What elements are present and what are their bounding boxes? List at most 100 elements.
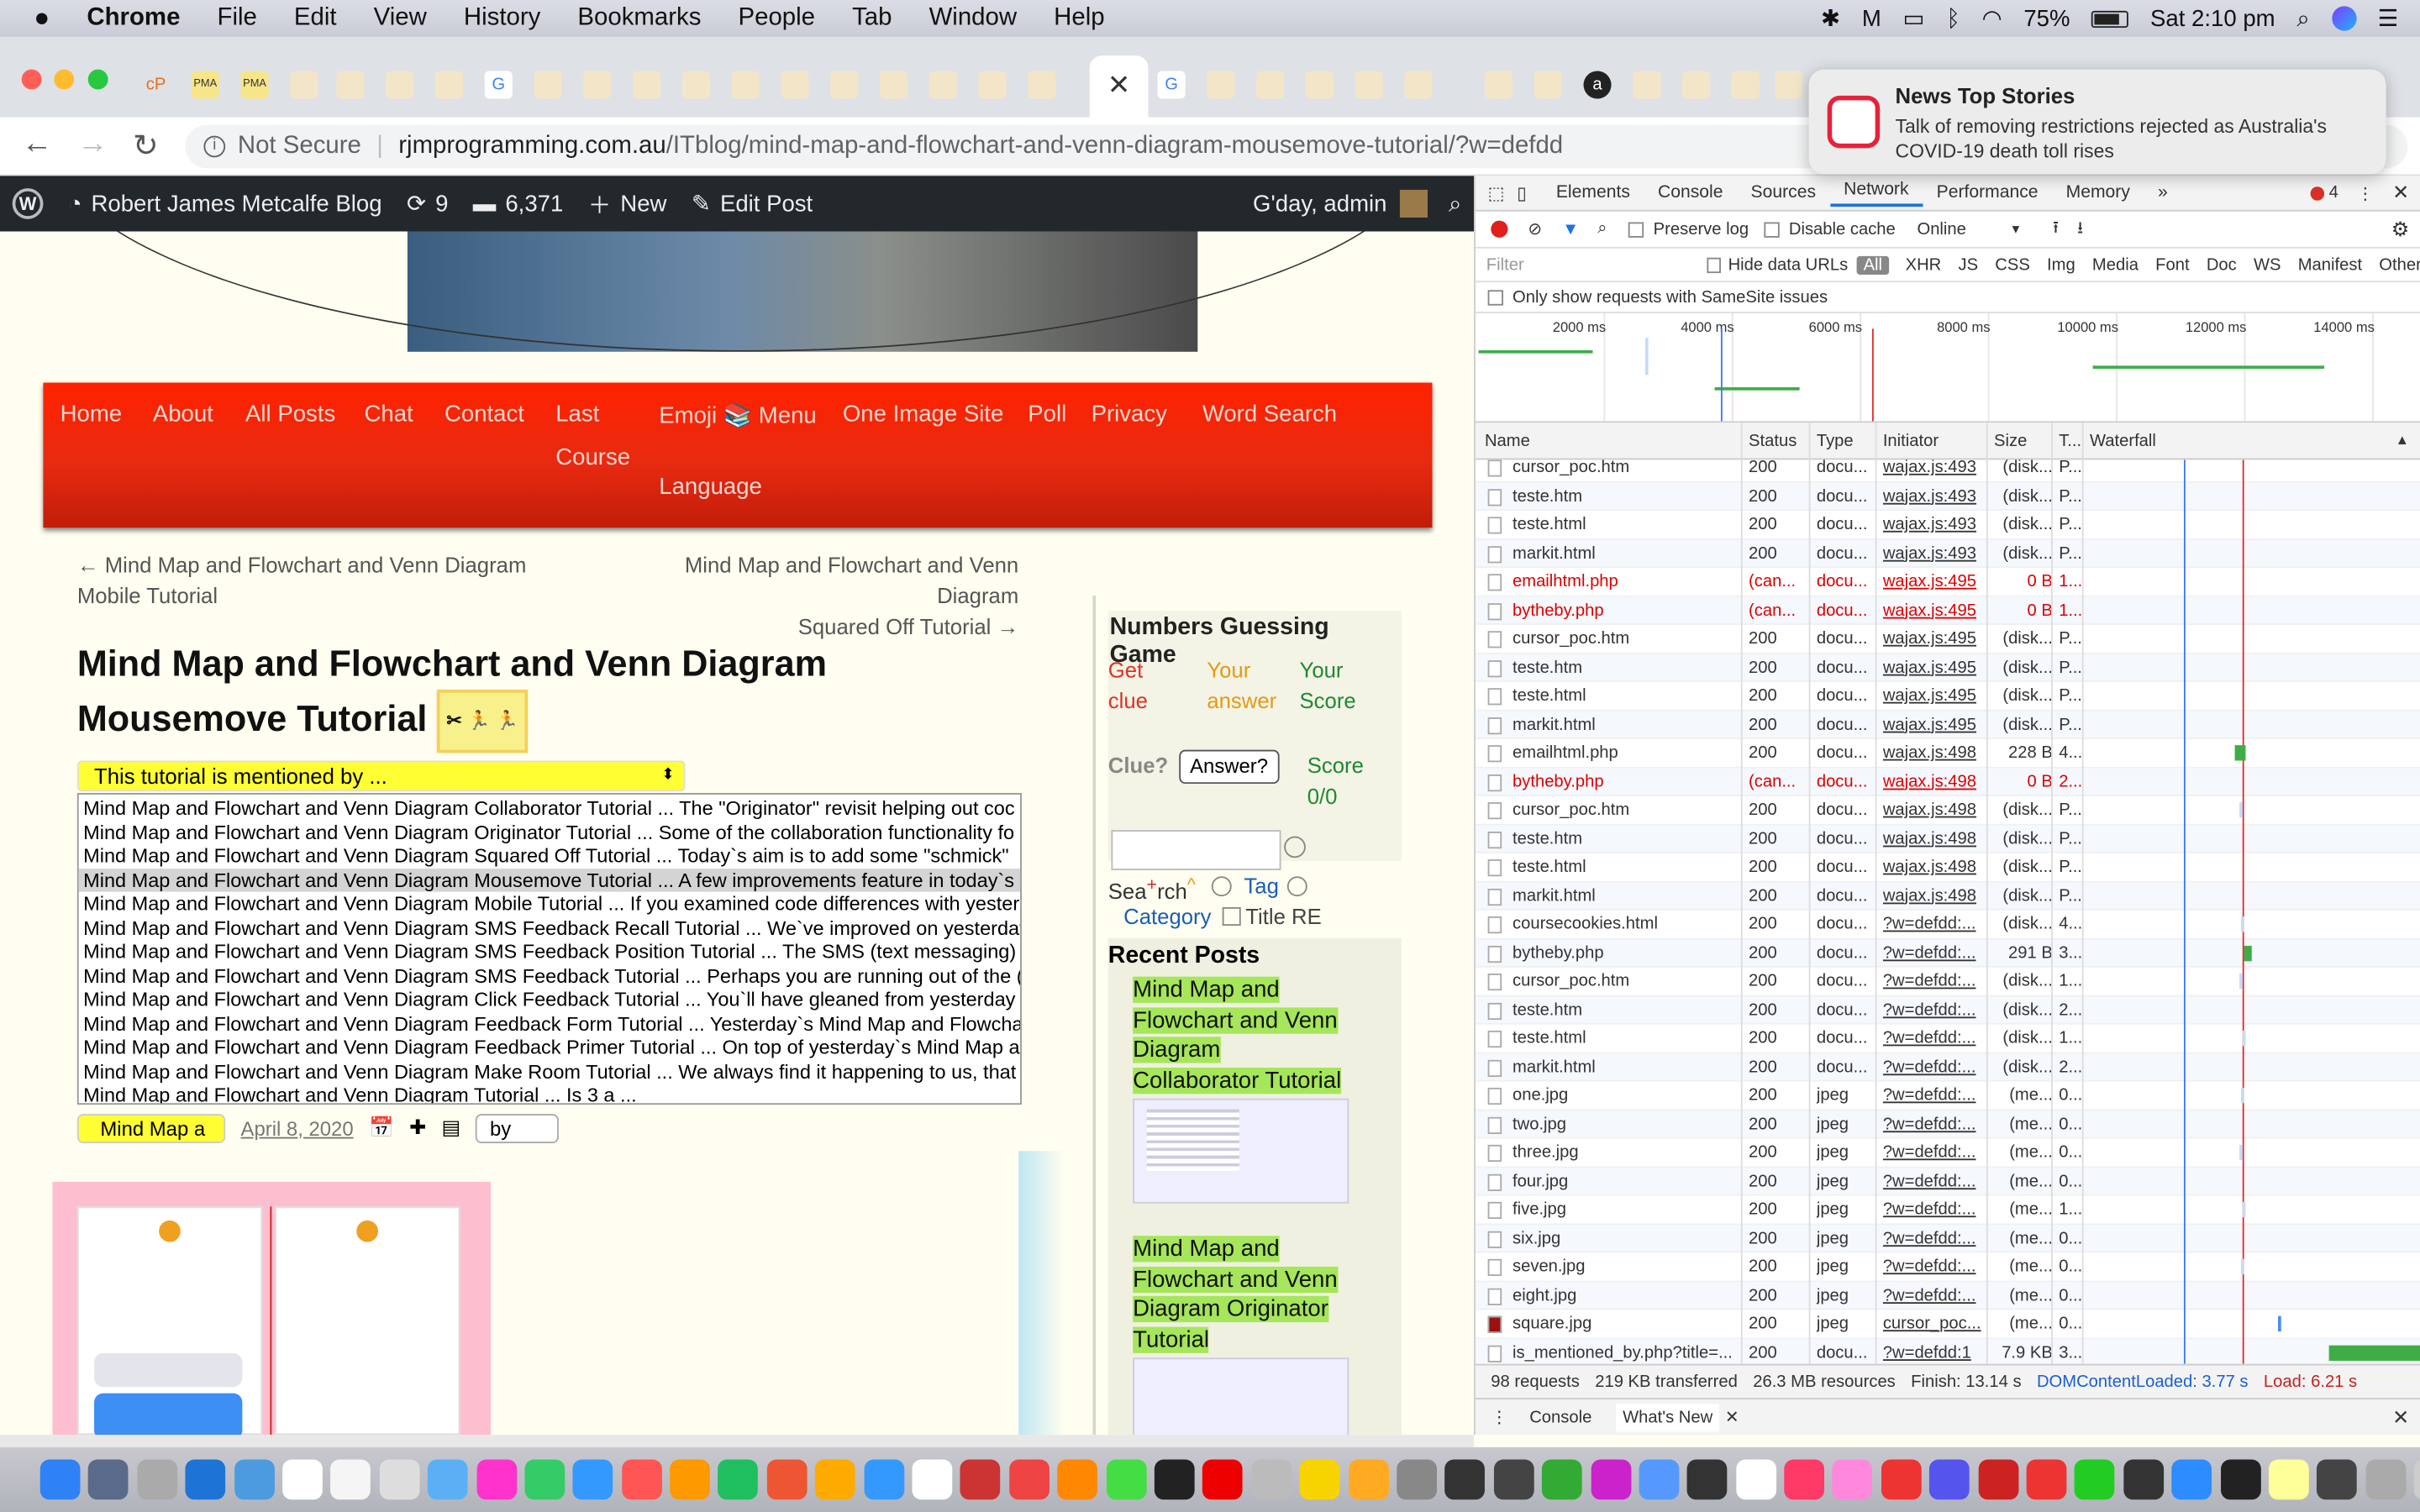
request-initiator[interactable]: ?w=defdd:... bbox=[1883, 1252, 1985, 1281]
dock-app-icon[interactable] bbox=[1978, 1459, 2018, 1500]
mention-option[interactable]: Mind Map and Flowchart and Venn Diagram … bbox=[79, 1059, 1020, 1083]
drawer-menu-icon[interactable]: ⋮ bbox=[1491, 1407, 1507, 1427]
request-row[interactable]: two.jpg 200 jpeg ?w=defdd:... (me... 0... bbox=[1475, 1110, 2420, 1139]
dock-app-icon[interactable] bbox=[1784, 1459, 1825, 1500]
mention-option[interactable]: Mind Map and Flowchart and Venn Diagram … bbox=[79, 844, 1020, 868]
disable-cache-checkbox[interactable] bbox=[1764, 221, 1780, 237]
menu-edit[interactable]: Edit bbox=[294, 5, 337, 33]
mention-option[interactable]: Mind Map and Flowchart and Venn Diagram … bbox=[79, 916, 1020, 939]
minimize-window-button[interactable] bbox=[54, 69, 75, 90]
drawer-close-icon[interactable]: ✕ bbox=[2392, 1404, 2409, 1429]
calendar-icon[interactable]: 📅 bbox=[369, 1116, 394, 1140]
sidebar-search-input[interactable] bbox=[1111, 830, 1281, 870]
answer-select[interactable]: Answer? bbox=[1179, 749, 1279, 785]
request-row[interactable]: emailhtml.php 200 docu... wajax.js:498 228 B… bbox=[1475, 739, 2420, 768]
tab-favicon[interactable] bbox=[434, 71, 464, 99]
dock-app-icon[interactable] bbox=[330, 1459, 371, 1500]
request-row[interactable]: markit.html 200 docu... wajax.js:495 (disk..… bbox=[1475, 710, 2420, 739]
request-initiator[interactable]: wajax.js:495 bbox=[1883, 711, 1985, 739]
dock-app-icon[interactable] bbox=[1881, 1459, 1922, 1500]
nav-privacy[interactable]: Privacy bbox=[1092, 402, 1167, 428]
tab-memory[interactable]: Memory bbox=[2052, 184, 2144, 202]
dock-app-icon[interactable] bbox=[1057, 1459, 1098, 1500]
tab-favicon[interactable] bbox=[336, 71, 365, 99]
col-status[interactable]: Status bbox=[1749, 432, 1797, 450]
request-initiator[interactable]: wajax.js:495 bbox=[1883, 596, 1985, 625]
tab-favicon[interactable]: PMA bbox=[240, 71, 269, 99]
request-initiator[interactable]: ?w=defdd:... bbox=[1883, 1053, 1985, 1082]
wp-updates-count[interactable]: 9 bbox=[435, 191, 448, 217]
request-initiator[interactable]: ?w=defdd:... bbox=[1883, 1281, 1985, 1310]
type-other[interactable]: Other bbox=[2379, 255, 2420, 274]
bluetooth-icon[interactable]: ᛒ bbox=[1946, 5, 1960, 31]
wp-comments-count[interactable]: 6,371 bbox=[505, 191, 563, 217]
type-font[interactable]: Font bbox=[2155, 255, 2189, 274]
col-type[interactable]: Type bbox=[1817, 432, 1854, 450]
type-xhr[interactable]: XHR bbox=[1906, 255, 1942, 274]
dock-app-icon[interactable] bbox=[1008, 1459, 1050, 1500]
card-icon[interactable]: ▤ bbox=[441, 1116, 460, 1140]
request-initiator[interactable]: wajax.js:495 bbox=[1883, 625, 1985, 654]
dock-app-icon[interactable] bbox=[1833, 1459, 1873, 1500]
clear-icon[interactable]: ⊘ bbox=[1528, 219, 1542, 239]
dock-app-icon[interactable] bbox=[1687, 1459, 1728, 1500]
request-initiator[interactable]: wajax.js:498 bbox=[1883, 853, 1985, 882]
tab-favicon[interactable] bbox=[929, 71, 957, 99]
tab-console[interactable]: Console bbox=[1644, 184, 1737, 202]
dock-app-icon[interactable] bbox=[1251, 1459, 1292, 1500]
throttle-select[interactable]: Online bbox=[1917, 220, 2009, 239]
title-re-checkbox[interactable] bbox=[1222, 907, 1241, 927]
post-date[interactable]: April 8, 2020 bbox=[241, 1116, 354, 1140]
search-mode-radio[interactable] bbox=[1211, 876, 1232, 897]
request-row[interactable]: cursor_poc.htm 200 docu... wajax.js:493 (dis… bbox=[1475, 459, 2420, 482]
type-css[interactable]: CSS bbox=[1995, 255, 2030, 274]
request-row[interactable]: cursor_poc.htm 200 docu... wajax.js:495 (dis… bbox=[1475, 625, 2420, 654]
tab-sources[interactable]: Sources bbox=[1737, 184, 1830, 202]
request-initiator[interactable]: wajax.js:498 bbox=[1883, 739, 1985, 768]
menu-tab[interactable]: Tab bbox=[852, 5, 892, 33]
tab-performance[interactable]: Performance bbox=[1923, 184, 2052, 202]
by-select[interactable]: by bbox=[476, 1113, 560, 1143]
prev-post-link[interactable]: ← Mind Map and Flowchart and Venn Diagra… bbox=[77, 549, 527, 611]
dock-app-icon[interactable] bbox=[621, 1459, 662, 1500]
apple-icon[interactable]: ● bbox=[34, 3, 50, 34]
col-name[interactable]: Name bbox=[1485, 432, 1530, 450]
dock-app-icon[interactable] bbox=[670, 1459, 711, 1500]
request-row[interactable]: bytheby.php 200 docu... ?w=defdd:... 291 B 3.… bbox=[1475, 938, 2420, 968]
request-initiator[interactable]: ?w=defdd:... bbox=[1883, 996, 1985, 1025]
dock-app-icon[interactable] bbox=[2365, 1459, 2407, 1500]
dock-app-icon[interactable] bbox=[960, 1459, 1001, 1500]
dock-app-icon[interactable] bbox=[1348, 1459, 1389, 1500]
menu-help[interactable]: Help bbox=[1054, 5, 1104, 33]
tab-favicon[interactable] bbox=[290, 71, 318, 99]
request-row[interactable]: bytheby.php (can... docu... wajax.js:498 0 B… bbox=[1475, 767, 2420, 796]
wp-site-name[interactable]: Robert James Metcalfe Blog bbox=[91, 191, 381, 217]
type-all[interactable]: All bbox=[1857, 255, 1889, 275]
nav-contact[interactable]: Contact bbox=[445, 402, 524, 428]
filter-icon[interactable]: ▼ bbox=[1562, 220, 1579, 239]
dock-app-icon[interactable] bbox=[185, 1459, 226, 1500]
tab-favicon[interactable] bbox=[1256, 71, 1285, 99]
menu-bookmarks[interactable]: Bookmarks bbox=[577, 5, 701, 33]
menu-view[interactable]: View bbox=[374, 5, 427, 33]
nav-about[interactable]: About bbox=[153, 402, 213, 428]
type-manifest[interactable]: Manifest bbox=[2298, 255, 2362, 274]
siri-icon[interactable] bbox=[2331, 6, 2356, 31]
tab-favicon[interactable] bbox=[386, 71, 414, 99]
wp-new-button[interactable]: New bbox=[620, 191, 666, 217]
drawer-console-tab[interactable]: Console bbox=[1529, 1408, 1591, 1426]
request-initiator[interactable]: wajax.js:498 bbox=[1883, 825, 1985, 853]
next-post-link[interactable]: Mind Map and Flowchart and Venn Diagram … bbox=[623, 549, 1018, 642]
request-initiator[interactable]: ?w=defdd:... bbox=[1883, 1082, 1985, 1110]
devtools-close-icon[interactable]: ✕ bbox=[2392, 181, 2409, 205]
request-row[interactable]: markit.html 200 docu... ?w=defdd:... (disk..… bbox=[1475, 1053, 2420, 1082]
tab-favicon[interactable] bbox=[1534, 71, 1562, 99]
wp-search-icon[interactable]: ⌕ bbox=[1449, 191, 1461, 217]
tab-favicon[interactable]: cP bbox=[142, 71, 170, 98]
col-size[interactable]: Size bbox=[1994, 432, 2027, 450]
request-row[interactable]: teste.htm 200 docu... wajax.js:498 (disk... P… bbox=[1475, 824, 2420, 853]
tab-favicon[interactable] bbox=[830, 71, 859, 99]
request-row[interactable]: teste.htm 200 docu... ?w=defdd:... (disk... 2… bbox=[1475, 995, 2420, 1025]
request-initiator[interactable]: ?w=defdd:... bbox=[1883, 968, 1985, 996]
tab-favicon[interactable] bbox=[1305, 71, 1334, 99]
